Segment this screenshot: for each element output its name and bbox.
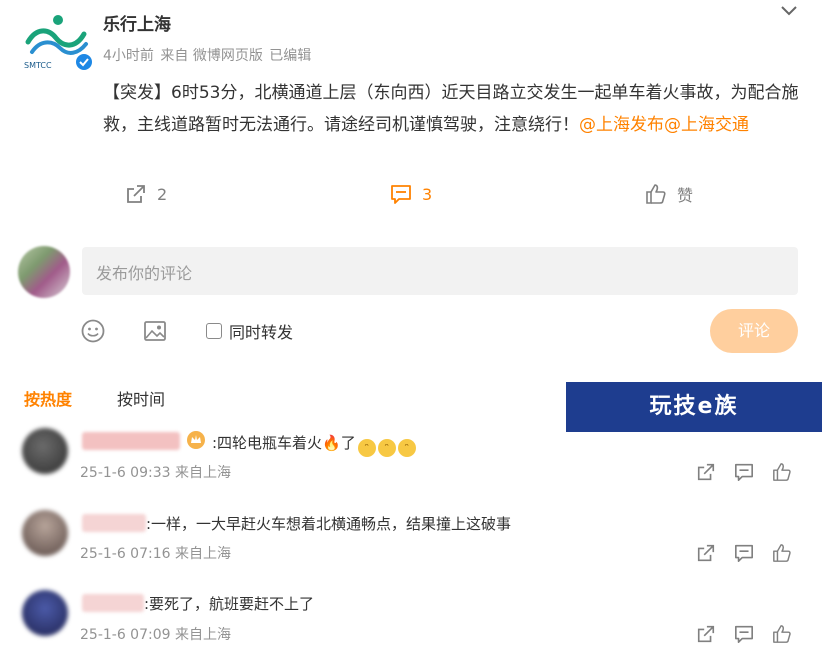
smtcc-logo-icon: SMTCC <box>24 15 92 70</box>
comment-icon[interactable] <box>734 624 754 644</box>
share-icon[interactable] <box>696 624 716 644</box>
comment-text: :四轮电瓶车着火🔥了 ᵔ ᵔ ᵔ <box>212 432 416 457</box>
comment-actions <box>696 624 792 644</box>
comment-source: 来自上海 <box>174 627 231 643</box>
cat-emoji-icon: ᵔ <box>357 439 376 457</box>
comment-text-main: :四轮电瓶车着火 <box>212 434 323 452</box>
post-body: 【突发】6时53分，北横通道上层（东向西）近天目路立交发生一起单车着火事故，为配… <box>103 77 803 141</box>
comment-source: 来自上海 <box>174 546 231 562</box>
crown-badge-icon <box>186 430 206 450</box>
cat-emoji-icon: ᵔ <box>377 439 396 457</box>
comment-input[interactable]: 发布你的评论 <box>82 247 798 295</box>
comment-icon <box>391 185 411 204</box>
post-source: 来自 微博网页版 <box>160 48 263 64</box>
comment-time: 25-1-6 07:16 <box>80 546 171 562</box>
commenter-name-blurred[interactable] <box>82 432 180 450</box>
repost-button[interactable]: 2 <box>125 181 167 207</box>
commenter-avatar[interactable] <box>22 428 68 474</box>
current-user-avatar[interactable] <box>18 246 70 298</box>
comment-text: :一样，一大早赶火车想着北横通畅点，结果撞上这破事 <box>146 515 512 533</box>
comment-time: 25-1-6 07:09 <box>80 627 171 643</box>
tab-sort-by-hot[interactable]: 按热度 <box>24 386 72 410</box>
comment-icon[interactable] <box>734 543 754 563</box>
thumbs-up-icon <box>646 184 666 204</box>
share-icon <box>127 185 145 203</box>
also-repost-toggle[interactable]: 同时转发 <box>206 319 293 343</box>
comment-text: :要死了，航班要赶不上了 <box>144 595 315 613</box>
commenter-name-blurred[interactable] <box>82 514 146 532</box>
comment-meta: 25-1-6 09:33 来自上海 <box>80 462 231 482</box>
cat-emoji-icon: ᵔ <box>397 439 416 457</box>
comment-button[interactable]: 3 <box>390 181 432 207</box>
thumbs-up-icon[interactable] <box>772 624 792 644</box>
post-meta: 4小时前 来自 微博网页版 已编辑 <box>103 45 313 65</box>
emoji-icon[interactable] <box>80 318 106 344</box>
comment-meta: 25-1-6 07:09 来自上海 <box>80 624 231 644</box>
svg-text:SMTCC: SMTCC <box>24 61 52 70</box>
comment-meta: 25-1-6 07:16 来自上海 <box>80 543 231 563</box>
like-button[interactable]: 赞 <box>645 181 693 207</box>
like-label: 赞 <box>677 186 694 205</box>
post-edited: 已编辑 <box>269 48 312 64</box>
share-icon[interactable] <box>696 543 716 563</box>
watermark-banner: 玩技e族 <box>566 382 822 432</box>
submit-comment-button[interactable]: 评论 <box>710 309 798 353</box>
comment-actions <box>696 543 792 563</box>
comment-icon[interactable] <box>734 462 754 482</box>
comment-input-placeholder: 发布你的评论 <box>96 264 193 283</box>
author-avatar-logo[interactable]: SMTCC <box>22 12 94 72</box>
thumbs-up-icon[interactable] <box>772 543 792 563</box>
comment-text-tail: 了 <box>340 434 356 452</box>
comment-count: 3 <box>422 184 433 204</box>
comment-actions <box>696 462 792 482</box>
repost-count: 2 <box>157 184 168 204</box>
commenter-avatar[interactable] <box>22 510 68 556</box>
post-menu-chevron-down-icon[interactable] <box>777 2 801 20</box>
tab-sort-by-time[interactable]: 按时间 <box>117 386 165 410</box>
author-name[interactable]: 乐行上海 <box>103 10 171 35</box>
fire-emoji-icon: 🔥 <box>322 434 341 452</box>
comment-source: 来自上海 <box>174 465 231 481</box>
mention-shanghai-jiaotong[interactable]: @上海交通 <box>664 115 749 135</box>
thumbs-up-icon[interactable] <box>772 462 792 482</box>
commenter-avatar[interactable] <box>22 590 68 636</box>
mention-shanghai-fabu[interactable]: @上海发布 <box>579 115 664 135</box>
also-repost-label: 同时转发 <box>229 323 294 342</box>
post-time[interactable]: 4小时前 <box>103 48 154 64</box>
comment-time: 25-1-6 09:33 <box>80 465 171 481</box>
commenter-name-blurred[interactable] <box>82 594 144 612</box>
image-upload-icon[interactable] <box>142 318 168 344</box>
share-icon[interactable] <box>696 462 716 482</box>
also-repost-checkbox[interactable] <box>206 323 222 339</box>
